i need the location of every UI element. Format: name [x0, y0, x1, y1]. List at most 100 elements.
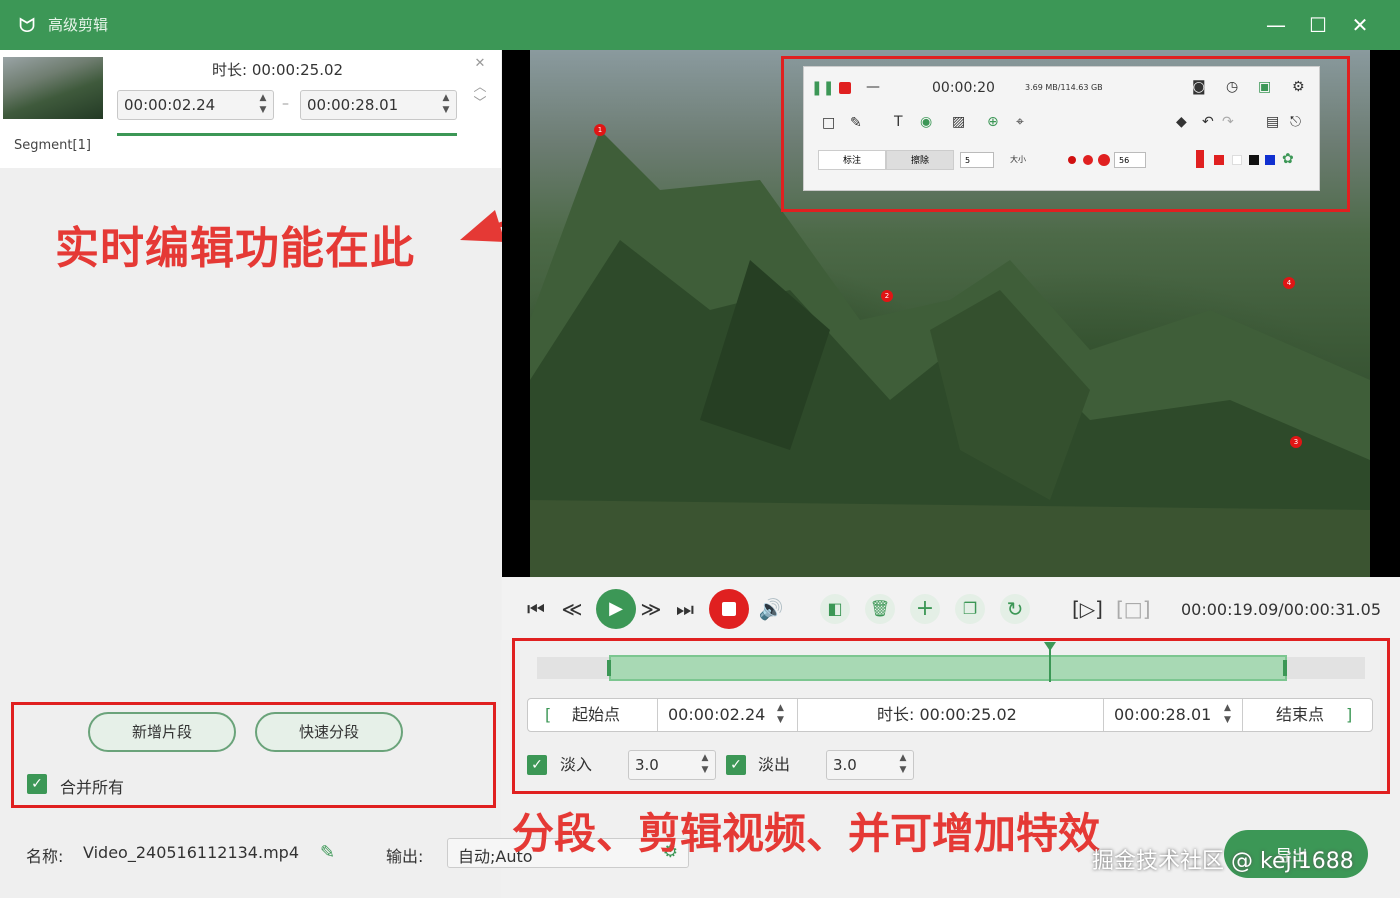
trim-start-input[interactable]: 00:00:02.24 [668, 699, 765, 731]
color-swatch-red-dark[interactable] [1196, 150, 1204, 168]
minimize-button[interactable]: — [1260, 10, 1292, 40]
divider [797, 699, 798, 731]
clear-icon[interactable]: ▤ [1266, 114, 1279, 130]
spinner-icon[interactable]: ▲ ▼ [897, 752, 909, 776]
playhead-marker-icon[interactable] [1044, 642, 1056, 651]
timer-icon[interactable]: ◷ [1226, 79, 1238, 95]
segment-end-input[interactable]: 00:00:28.01 ▲ ▼ [300, 90, 457, 120]
crop-icon[interactable]: [□] [1116, 594, 1151, 624]
undo-icon[interactable]: ↶ [1202, 114, 1214, 130]
title-bar [0, 0, 1400, 50]
spinner-icon[interactable]: ▲ ▼ [257, 92, 269, 116]
settings-icon[interactable]: ⚙ [1292, 79, 1305, 95]
toolbox-icon[interactable]: ▣ [1258, 79, 1271, 95]
fade-in-value: 3.0 [635, 756, 659, 774]
segment-duration: 时长: 00:00:25.02 [212, 59, 343, 80]
copy-icon[interactable]: ❐ [955, 594, 985, 624]
pause-icon[interactable]: ❚❚ [811, 80, 834, 96]
palette-icon[interactable]: ✿ [1282, 151, 1294, 167]
image-tool-icon[interactable]: ▨ [952, 114, 965, 130]
divider [657, 699, 658, 731]
end-bracket-icon[interactable]: ] [1346, 699, 1352, 731]
erase-button[interactable]: 擦除 [886, 150, 954, 170]
quick-split-button[interactable]: 快速分段 [255, 712, 403, 752]
record-stop-icon[interactable] [839, 82, 851, 94]
maximize-button[interactable]: ☐ [1302, 10, 1334, 40]
reset-icon[interactable]: ↻ [1000, 594, 1030, 624]
window-title: 高级剪辑 [48, 16, 109, 34]
color-swatch-white[interactable] [1232, 155, 1242, 165]
preview-segment-icon[interactable]: [▷] [1072, 594, 1103, 624]
playhead[interactable] [1049, 646, 1051, 682]
merge-all-checkbox[interactable]: ✓ [27, 774, 47, 794]
stop-button[interactable] [709, 589, 749, 629]
eraser-icon[interactable]: ◆ [1176, 114, 1187, 130]
highlight-tool-icon[interactable]: ◉ [920, 114, 932, 130]
duration-value: 00:00:25.02 [251, 61, 344, 79]
move-down-icon[interactable]: ﹀ [473, 92, 487, 111]
brush-size-input[interactable]: 56 [1114, 152, 1146, 168]
timeline-selection[interactable] [609, 655, 1287, 681]
end-point-label[interactable]: 结束点 [1276, 699, 1324, 731]
fade-in-input[interactable]: 3.0 ▲ ▼ [628, 750, 716, 780]
add-icon[interactable]: + [910, 594, 940, 624]
opacity-input[interactable]: 5 [960, 152, 994, 168]
fade-out-checkbox[interactable]: ✓ [726, 755, 746, 775]
close-button[interactable]: ✕ [1344, 10, 1376, 40]
divider [1242, 699, 1243, 731]
skip-to-start-icon[interactable]: ⏮ [521, 594, 551, 624]
volume-icon[interactable]: 🔊 [756, 594, 786, 624]
spinner-icon[interactable]: ▲ ▼ [777, 702, 784, 726]
segment-start-input[interactable]: 00:00:02.24 ▲ ▼ [117, 90, 274, 120]
brush-small-icon[interactable] [1068, 156, 1076, 164]
rectangle-tool-icon[interactable]: □ [822, 115, 835, 131]
color-swatch-blue[interactable] [1265, 155, 1275, 165]
segment-start-value: 00:00:02.24 [124, 96, 216, 114]
marker-3[interactable]: 3 [1290, 436, 1302, 448]
brush-large-icon[interactable] [1098, 154, 1110, 166]
remove-segment-icon[interactable]: ✕ [473, 56, 487, 71]
marker-2[interactable]: 2 [881, 290, 893, 302]
time-readout: 00:00:19.09/00:00:31.05 [1181, 600, 1381, 619]
fade-in-checkbox[interactable]: ✓ [527, 755, 547, 775]
delete-icon[interactable]: 🗑 [865, 594, 895, 624]
play-button[interactable]: ▶ [596, 589, 636, 629]
name-label: 名称: [26, 847, 64, 866]
pen-tool-icon[interactable]: ✎ [850, 115, 862, 131]
range-dash: – [282, 96, 289, 112]
segment-label: Segment[1] [14, 138, 91, 153]
edit-name-icon[interactable]: ✎ [320, 842, 335, 863]
segment-thumbnail[interactable] [3, 57, 103, 119]
color-swatch-black[interactable] [1249, 155, 1259, 165]
fade-out-label: 淡出 [758, 755, 791, 774]
spinner-icon[interactable]: ▲ ▼ [440, 92, 452, 116]
minimize-toolbar-icon[interactable]: — [866, 79, 880, 95]
split-icon[interactable]: ◧ [820, 594, 850, 624]
start-bracket-icon[interactable]: [ [545, 699, 551, 731]
text-tool-icon[interactable]: T [894, 114, 903, 130]
right-trim-handle[interactable] [1283, 660, 1287, 676]
exit-icon[interactable]: ⎋ [1290, 114, 1301, 130]
fade-out-input[interactable]: 3.0 ▲ ▼ [826, 750, 914, 780]
file-name: Video_240516112134.mp4 [83, 843, 299, 862]
next-frame-icon[interactable]: ≫ [636, 594, 666, 624]
previous-frame-icon[interactable]: ≪ [557, 594, 587, 624]
skip-to-end-icon[interactable]: ⏭ [670, 594, 700, 624]
spinner-icon[interactable]: ▲ ▼ [699, 752, 711, 776]
brush-medium-icon[interactable] [1083, 155, 1093, 165]
trim-duration-value: 00:00:25.02 [919, 705, 1017, 724]
add-segment-button[interactable]: 新增片段 [88, 712, 236, 752]
marker-4[interactable]: 4 [1283, 277, 1295, 289]
redo-icon[interactable]: ↷ [1222, 114, 1234, 130]
size-label: 大小 [1010, 155, 1026, 164]
start-point-label[interactable]: 起始点 [572, 699, 620, 731]
spinner-icon[interactable]: ▲ ▼ [1224, 702, 1231, 726]
spotlight-tool-icon[interactable]: ⌖ [1016, 114, 1024, 130]
trim-end-input[interactable]: 00:00:28.01 [1114, 699, 1211, 731]
color-swatch-red[interactable] [1214, 155, 1224, 165]
marker-1[interactable]: 1 [594, 124, 606, 136]
zoom-tool-icon[interactable]: ⊕ [987, 114, 999, 130]
camera-icon[interactable]: ◙ [1192, 79, 1206, 95]
annotate-button[interactable]: 标注 [818, 150, 886, 170]
left-trim-handle[interactable] [607, 660, 611, 676]
